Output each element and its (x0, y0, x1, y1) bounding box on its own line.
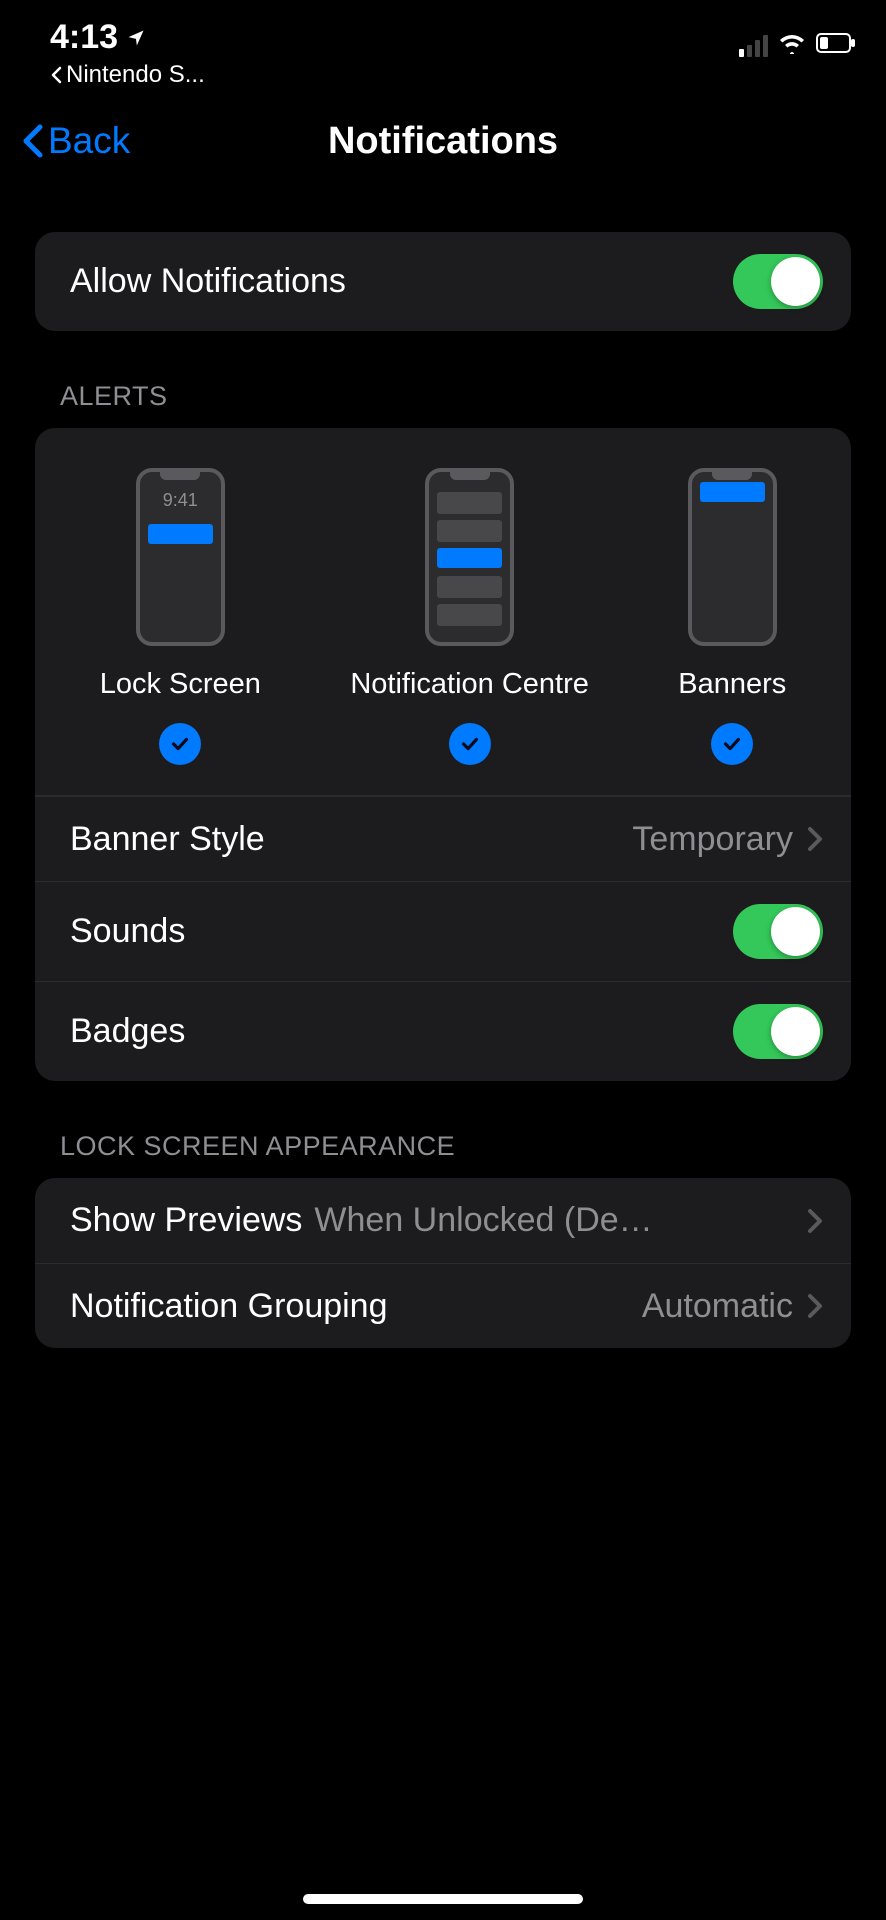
badges-toggle[interactable] (733, 1004, 823, 1059)
show-previews-value: When Unlocked (Def... (314, 1201, 654, 1240)
chevron-left-icon (20, 123, 44, 159)
alerts-grid: 9:41 Lock Screen (35, 428, 851, 796)
show-previews-row[interactable]: Show Previews When Unlocked (Def... (35, 1178, 851, 1263)
sounds-toggle[interactable] (733, 904, 823, 959)
checkmark-icon (449, 723, 491, 765)
row-right: Automatic (642, 1287, 823, 1326)
notification-grouping-value: Automatic (642, 1287, 793, 1326)
content: Allow Notifications ALERTS 9:41 Lock Scr… (0, 192, 886, 1348)
banner-style-row[interactable]: Banner Style Temporary (35, 796, 851, 881)
back-to-app-label: Nintendo S... (66, 61, 205, 89)
alert-option-lock-screen[interactable]: 9:41 Lock Screen (100, 468, 261, 765)
alert-option-notification-centre[interactable]: Notification Centre (350, 468, 589, 765)
allow-notifications-group: Allow Notifications (35, 232, 851, 331)
lock-screen-appearance-group: Show Previews When Unlocked (Def... Noti… (35, 1178, 851, 1348)
status-left: 4:13 Nintendo S... (50, 18, 205, 89)
nav-header: Back Notifications (0, 90, 886, 192)
alerts-section: ALERTS 9:41 Lock Screen (35, 381, 851, 1081)
status-time: 4:13 (50, 18, 146, 57)
home-indicator[interactable] (303, 1894, 583, 1904)
alert-label: Banners (678, 668, 786, 701)
allow-notifications-row: Allow Notifications (35, 232, 851, 331)
alerts-group: 9:41 Lock Screen (35, 428, 851, 1081)
chevron-right-icon (807, 826, 823, 852)
alert-label: Lock Screen (100, 668, 261, 701)
status-right (739, 18, 856, 59)
wifi-icon (778, 32, 806, 59)
lock-screen-appearance-section: LOCK SCREEN APPEARANCE Show Previews Whe… (35, 1131, 851, 1348)
back-button[interactable]: Back (20, 120, 130, 162)
checkmark-icon (159, 723, 201, 765)
banner-style-value: Temporary (632, 820, 793, 859)
badges-row: Badges (35, 981, 851, 1081)
cellular-signal-icon (739, 35, 768, 57)
clock-time: 4:13 (50, 18, 118, 57)
allow-notifications-toggle[interactable] (733, 254, 823, 309)
sounds-row: Sounds (35, 881, 851, 981)
back-to-app[interactable]: Nintendo S... (50, 61, 205, 89)
chevron-right-icon (807, 1208, 823, 1234)
status-bar: 4:13 Nintendo S... (0, 0, 886, 90)
row-right: Temporary (632, 820, 823, 859)
sounds-label: Sounds (70, 912, 185, 951)
back-label: Back (48, 120, 130, 162)
allow-notifications-section: Allow Notifications (35, 232, 851, 331)
lock-screen-appearance-header: LOCK SCREEN APPEARANCE (35, 1131, 851, 1178)
notification-grouping-row[interactable]: Notification Grouping Automatic (35, 1263, 851, 1348)
location-icon (126, 18, 146, 57)
chevron-right-icon (807, 1293, 823, 1319)
battery-icon (816, 33, 856, 58)
show-previews-label: Show Previews (70, 1201, 302, 1240)
phone-preview-time: 9:41 (140, 490, 221, 511)
notification-centre-phone-icon (425, 468, 514, 646)
banners-phone-icon (688, 468, 777, 646)
lock-screen-phone-icon: 9:41 (136, 468, 225, 646)
allow-notifications-label: Allow Notifications (70, 262, 346, 301)
alert-label: Notification Centre (350, 668, 589, 701)
checkmark-icon (711, 723, 753, 765)
notification-grouping-label: Notification Grouping (70, 1287, 388, 1326)
chevron-left-icon (50, 66, 62, 84)
page-title: Notifications (328, 120, 558, 163)
banner-style-label: Banner Style (70, 820, 265, 859)
alert-option-banners[interactable]: Banners (678, 468, 786, 765)
alerts-header: ALERTS (35, 381, 851, 428)
badges-label: Badges (70, 1012, 185, 1051)
